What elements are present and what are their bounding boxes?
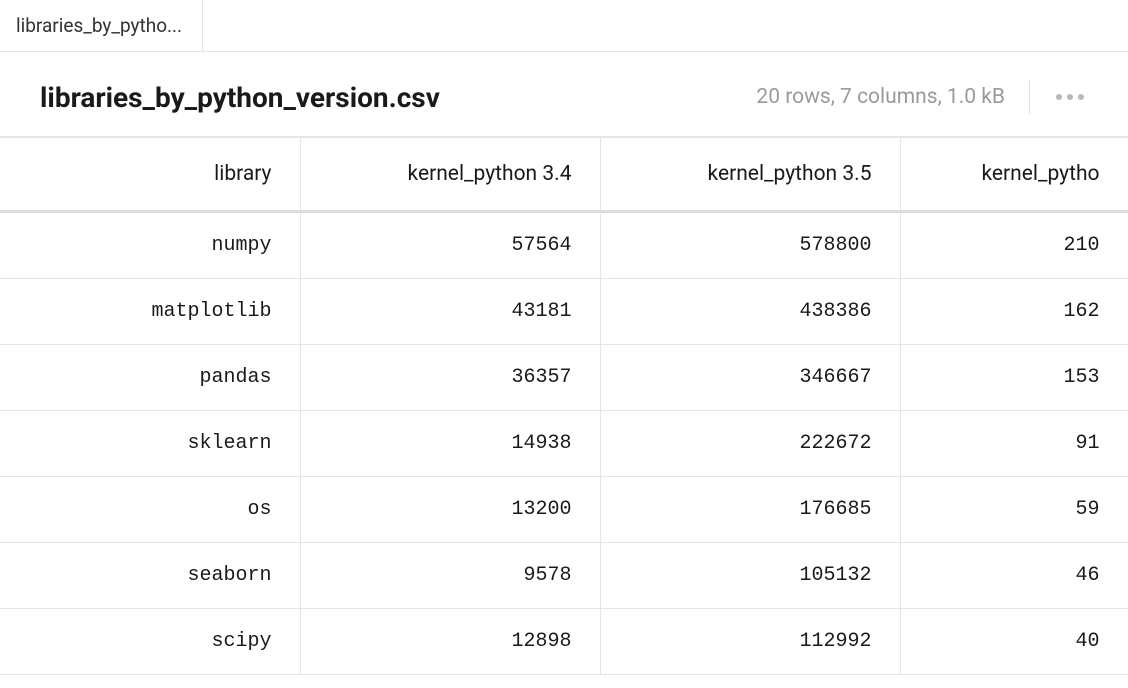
dots-icon (1067, 94, 1073, 100)
cell-value: 36357 (300, 345, 600, 411)
table-row[interactable]: os 13200 176685 59 (0, 477, 1128, 543)
cell-value: 210 (900, 212, 1128, 279)
cell-value: 153 (900, 345, 1128, 411)
cell-library: os (0, 477, 300, 543)
cell-value: 112992 (600, 609, 900, 675)
cell-value: 46 (900, 543, 1128, 609)
cell-value: 43181 (300, 279, 600, 345)
separator (1029, 80, 1030, 114)
col-header-kernel-python-3-4[interactable]: kernel_python 3.4 (300, 138, 600, 212)
cell-library: sklearn (0, 411, 300, 477)
more-button[interactable] (1052, 88, 1088, 106)
cell-value: 14938 (300, 411, 600, 477)
cell-value: 176685 (600, 477, 900, 543)
cell-library: matplotlib (0, 279, 300, 345)
data-table-wrap: library kernel_python 3.4 kernel_python … (0, 136, 1128, 675)
cell-value: 105132 (600, 543, 900, 609)
dots-icon (1078, 94, 1084, 100)
cell-value: 578800 (600, 212, 900, 279)
table-header-row: library kernel_python 3.4 kernel_python … (0, 138, 1128, 212)
cell-value: 162 (900, 279, 1128, 345)
cell-value: 91 (900, 411, 1128, 477)
cell-library: seaborn (0, 543, 300, 609)
cell-value: 13200 (300, 477, 600, 543)
table-row[interactable]: matplotlib 43181 438386 162 (0, 279, 1128, 345)
table-row[interactable]: pandas 36357 346667 153 (0, 345, 1128, 411)
col-header-kernel-pytho[interactable]: kernel_pytho (900, 138, 1128, 212)
table-row[interactable]: numpy 57564 578800 210 (0, 212, 1128, 279)
cell-library: scipy (0, 609, 300, 675)
cell-value: 222672 (600, 411, 900, 477)
tab-bar: libraries_by_pytho... (0, 0, 1128, 52)
tab-file[interactable]: libraries_by_pytho... (0, 0, 203, 51)
col-header-kernel-python-3-5[interactable]: kernel_python 3.5 (600, 138, 900, 212)
cell-value: 40 (900, 609, 1128, 675)
cell-value: 438386 (600, 279, 900, 345)
cell-value: 12898 (300, 609, 600, 675)
data-table: library kernel_python 3.4 kernel_python … (0, 138, 1128, 675)
table-row[interactable]: sklearn 14938 222672 91 (0, 411, 1128, 477)
cell-library: numpy (0, 212, 300, 279)
col-header-library[interactable]: library (0, 138, 300, 212)
cell-value: 59 (900, 477, 1128, 543)
table-row[interactable]: scipy 12898 112992 40 (0, 609, 1128, 675)
cell-value: 57564 (300, 212, 600, 279)
cell-library: pandas (0, 345, 300, 411)
cell-value: 346667 (600, 345, 900, 411)
dots-icon (1056, 94, 1062, 100)
page-title: libraries_by_python_version.csv (40, 81, 756, 114)
header: libraries_by_python_version.csv 20 rows,… (0, 52, 1128, 136)
cell-value: 9578 (300, 543, 600, 609)
table-row[interactable]: seaborn 9578 105132 46 (0, 543, 1128, 609)
file-meta: 20 rows, 7 columns, 1.0 kB (756, 85, 1005, 109)
table-body: numpy 57564 578800 210 matplotlib 43181 … (0, 212, 1128, 675)
